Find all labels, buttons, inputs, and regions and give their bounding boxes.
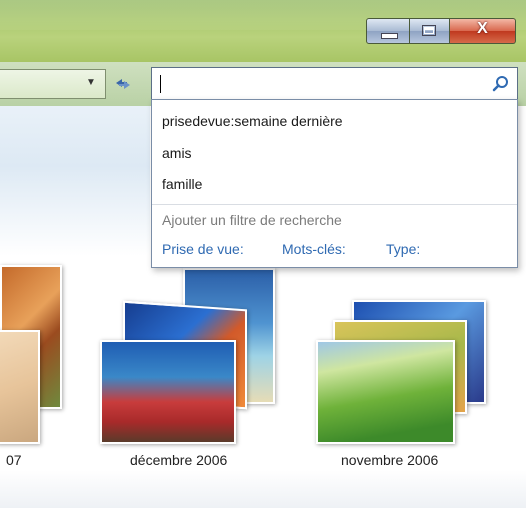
photo-thumbnail (100, 340, 236, 444)
search-icon[interactable] (491, 74, 511, 94)
photo-stack-caption: 07 (6, 452, 22, 468)
filter-hint: Ajouter un filtre de recherche (162, 212, 342, 228)
photo-thumbnail (0, 330, 40, 444)
bottom-fade (0, 470, 526, 508)
photo-thumbnail (316, 340, 455, 444)
refresh-icon-glyph (116, 79, 130, 89)
maximize-icon (422, 25, 436, 36)
minimize-button[interactable] (366, 18, 410, 44)
close-button[interactable]: X (450, 18, 516, 44)
text-caret (160, 75, 161, 93)
filter-prise-de-vue[interactable]: Prise de vue: (162, 241, 244, 257)
search-input[interactable] (151, 67, 518, 100)
photo-stack-caption: décembre 2006 (130, 452, 228, 468)
chevron-down-icon[interactable]: ▼ (86, 77, 96, 88)
suggestion-item[interactable]: amis (162, 145, 192, 161)
search-suggestions-dropdown: prisedevue:semaine dernière amis famille… (151, 99, 518, 268)
divider (152, 204, 517, 205)
navigation-pane-background (0, 106, 150, 256)
minimize-icon (381, 33, 398, 39)
filter-type[interactable]: Type: (386, 241, 420, 257)
refresh-icon[interactable] (110, 72, 136, 96)
photo-stack-caption: novembre 2006 (341, 452, 439, 468)
close-icon: X (477, 20, 488, 37)
suggestion-item[interactable]: famille (162, 176, 202, 192)
maximize-button[interactable] (410, 18, 450, 44)
filter-mots-cles[interactable]: Mots-clés: (282, 241, 346, 257)
suggestion-item[interactable]: prisedevue:semaine dernière (162, 113, 343, 129)
